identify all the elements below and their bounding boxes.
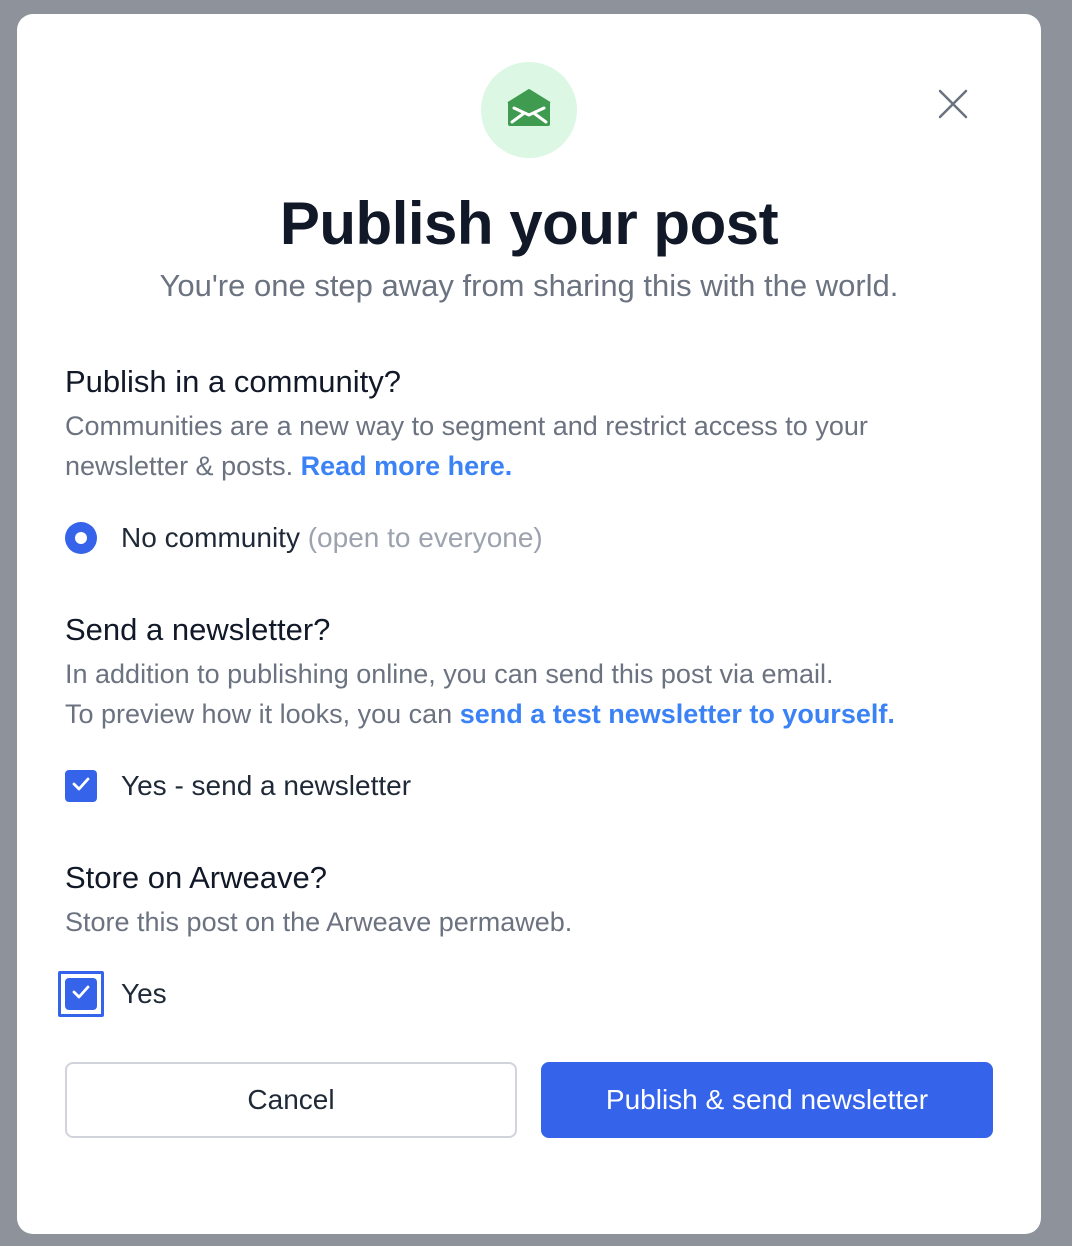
no-community-radio-option[interactable]: No community (open to everyone) bbox=[65, 518, 543, 558]
arweave-checkbox-option[interactable]: Yes bbox=[58, 971, 167, 1017]
checkmark-icon bbox=[72, 777, 90, 796]
dialog-title: Publish your post bbox=[279, 190, 779, 257]
no-community-radio[interactable] bbox=[65, 522, 97, 554]
send-newsletter-label: Yes - send a newsletter bbox=[121, 770, 412, 801]
newsletter-description-line2: To preview how it looks, you can bbox=[65, 699, 453, 729]
send-test-newsletter-link[interactable]: send a test newsletter to yourself. bbox=[460, 699, 895, 729]
arweave-checkbox[interactable] bbox=[65, 978, 97, 1010]
community-heading: Publish in a community? bbox=[65, 364, 401, 399]
arweave-checkbox-focus[interactable] bbox=[58, 971, 104, 1017]
no-community-label-text: No community bbox=[121, 522, 300, 553]
radio-selected-dot bbox=[75, 532, 87, 544]
publish-send-newsletter-button[interactable]: Publish & send newsletter bbox=[541, 1062, 993, 1138]
envelope-badge bbox=[481, 62, 577, 158]
send-newsletter-checkbox[interactable] bbox=[65, 770, 97, 802]
read-more-link[interactable]: Read more here. bbox=[301, 451, 513, 481]
arweave-heading: Store on Arweave? bbox=[65, 860, 327, 895]
close-icon bbox=[937, 88, 969, 125]
close-button[interactable] bbox=[931, 84, 975, 128]
newsletter-heading: Send a newsletter? bbox=[65, 612, 331, 647]
arweave-description: Store this post on the Arweave permaweb. bbox=[65, 907, 573, 937]
community-description: Communities are a new way to segment and… bbox=[65, 406, 985, 486]
envelope-open-icon bbox=[506, 88, 552, 133]
no-community-hint: (open to everyone) bbox=[307, 522, 543, 553]
cancel-button[interactable]: Cancel bbox=[65, 1062, 517, 1138]
publish-dialog: Publish your post You're one step away f… bbox=[17, 14, 1041, 1234]
arweave-label: Yes bbox=[121, 978, 167, 1009]
send-newsletter-checkbox-option[interactable]: Yes - send a newsletter bbox=[65, 766, 411, 806]
checkmark-icon bbox=[72, 985, 90, 1004]
dialog-subtitle: You're one step away from sharing this w… bbox=[159, 268, 899, 303]
newsletter-description-line1: In addition to publishing online, you ca… bbox=[65, 659, 834, 689]
newsletter-description: In addition to publishing online, you ca… bbox=[65, 654, 985, 734]
no-community-label: No community (open to everyone) bbox=[121, 518, 543, 558]
